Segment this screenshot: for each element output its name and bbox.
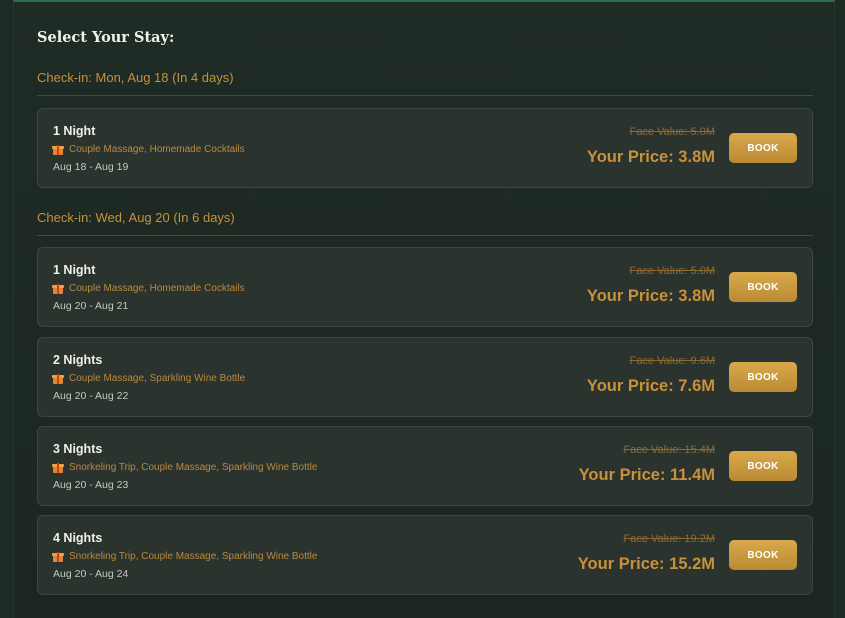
nights-label: 1 Night: [53, 124, 96, 138]
book-button[interactable]: BOOK: [729, 540, 797, 570]
book-button[interactable]: BOOK: [729, 272, 797, 302]
stay-selection-panel: Select Your Stay: Check-in: Mon, Aug 18 …: [13, 0, 835, 618]
stay-option-card: 2 Nights Couple Massage, Sparkling Wine …: [37, 337, 813, 417]
gift-icon: [52, 283, 64, 294]
date-range: Aug 20 - Aug 23: [53, 479, 129, 491]
book-button[interactable]: BOOK: [729, 451, 797, 481]
date-range: Aug 20 - Aug 21: [53, 300, 129, 312]
perks-line: Snorkeling Trip, Couple Massage, Sparkli…: [52, 462, 318, 473]
checkin-header: Check-in: Mon, Aug 18 (In 4 days): [37, 70, 813, 96]
your-price: Your Price: 3.8M: [586, 287, 715, 305]
book-button[interactable]: BOOK: [729, 133, 797, 163]
perks-line: Couple Massage, Homemade Cocktails: [52, 283, 245, 294]
perks-text: Snorkeling Trip, Couple Massage, Sparkli…: [69, 551, 318, 562]
checkin-header: Check-in: Wed, Aug 20 (In 6 days): [37, 210, 813, 236]
date-range: Aug 20 - Aug 24: [53, 568, 129, 580]
nights-label: 4 Nights: [53, 531, 103, 545]
perks-text: Couple Massage, Homemade Cocktails: [69, 283, 245, 294]
perks-text: Couple Massage, Sparkling Wine Bottle: [69, 373, 246, 384]
perks-line: Couple Massage, Sparkling Wine Bottle: [52, 373, 246, 384]
stay-option-card: 4 Nights Snorkeling Trip, Couple Massage…: [37, 515, 813, 595]
book-button[interactable]: BOOK: [729, 362, 797, 392]
face-value: Face Value: 9.6M: [629, 355, 715, 367]
face-value: Face Value: 15.4M: [623, 444, 715, 456]
face-value: Face Value: 5.0M: [629, 126, 715, 138]
stay-option-card: 3 Nights Snorkeling Trip, Couple Massage…: [37, 426, 813, 506]
gift-icon: [52, 373, 64, 384]
perks-text: Couple Massage, Homemade Cocktails: [69, 144, 245, 155]
perks-line: Couple Massage, Homemade Cocktails: [52, 144, 245, 155]
stay-option-card: 1 Night Couple Massage, Homemade Cocktai…: [37, 247, 813, 327]
face-value: Face Value: 19.2M: [623, 533, 715, 545]
stay-option-card: 1 Night Couple Massage, Homemade Cocktai…: [37, 108, 813, 188]
date-range: Aug 18 - Aug 19: [53, 161, 129, 173]
your-price: Your Price: 3.8M: [586, 148, 715, 166]
gift-icon: [52, 462, 64, 473]
your-price: Your Price: 11.4M: [578, 466, 715, 484]
gift-icon: [52, 551, 64, 562]
perks-text: Snorkeling Trip, Couple Massage, Sparkli…: [69, 462, 318, 473]
nights-label: 2 Nights: [53, 353, 103, 367]
nights-label: 1 Night: [53, 263, 96, 277]
gift-icon: [52, 144, 64, 155]
perks-line: Snorkeling Trip, Couple Massage, Sparkli…: [52, 551, 318, 562]
your-price: Your Price: 15.2M: [577, 555, 715, 573]
your-price: Your Price: 7.6M: [586, 377, 715, 395]
face-value: Face Value: 5.0M: [629, 265, 715, 277]
nights-label: 3 Nights: [53, 442, 103, 456]
date-range: Aug 20 - Aug 22: [53, 390, 129, 402]
page-title: Select Your Stay:: [37, 29, 175, 46]
